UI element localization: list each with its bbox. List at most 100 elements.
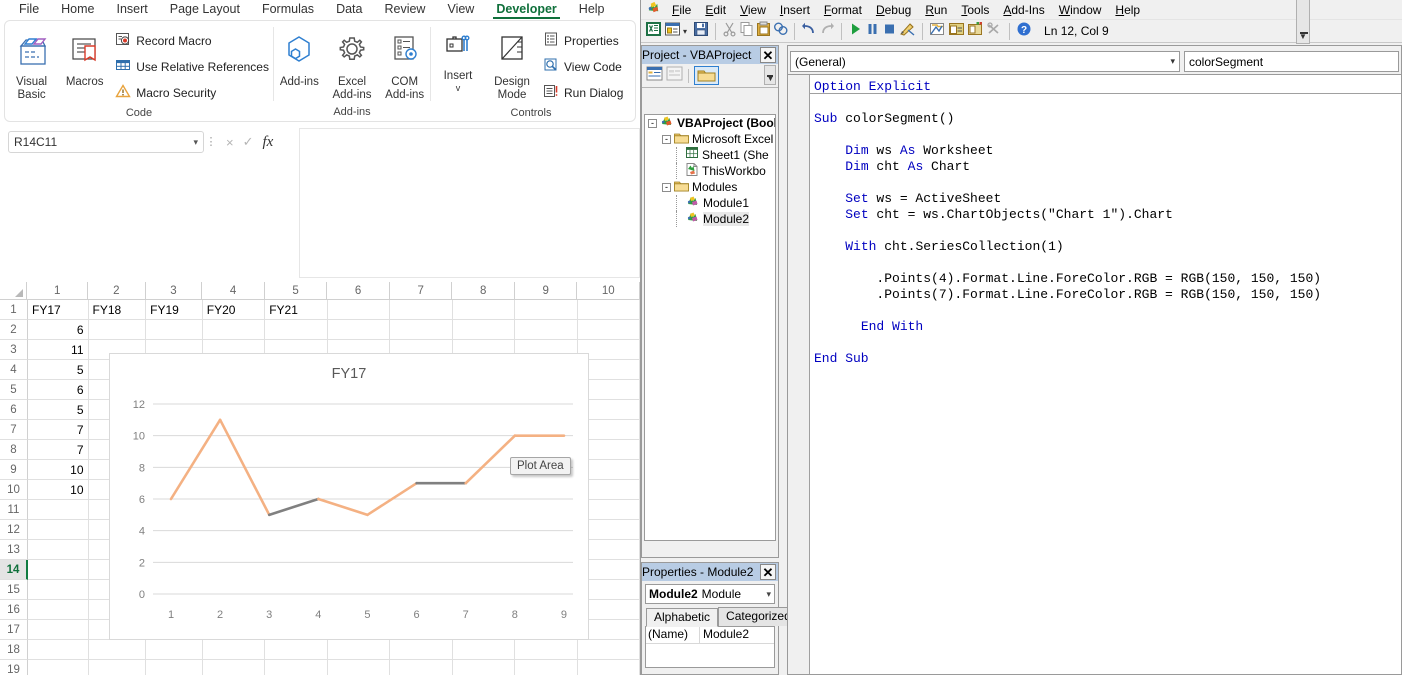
tree-expander[interactable]: -: [662, 182, 671, 192]
row-header-8[interactable]: 8: [0, 440, 28, 460]
run-dialog-button[interactable]: Run Dialog: [539, 80, 627, 106]
vba-menu-add-ins[interactable]: Add-Ins: [996, 2, 1051, 18]
design-mode-button[interactable]: Design Mode: [485, 28, 539, 102]
cell-r19c2[interactable]: [89, 660, 147, 675]
copy-icon[interactable]: [739, 21, 754, 42]
property-value[interactable]: Module2: [700, 627, 749, 643]
paste-icon[interactable]: [756, 21, 771, 42]
row-header-9[interactable]: 9: [0, 460, 28, 480]
cell-r1c6[interactable]: [327, 300, 391, 320]
cell-r18c3[interactable]: [146, 640, 203, 660]
cell-r2c10[interactable]: [577, 320, 640, 340]
view-excel-icon[interactable]: [645, 21, 662, 42]
visual-basic-button[interactable]: Visual Basic: [5, 28, 58, 102]
cancel-icon[interactable]: ×: [226, 135, 234, 150]
cell-r2c4[interactable]: [202, 320, 266, 340]
column-header-7[interactable]: 7: [389, 282, 453, 300]
view-code-button[interactable]: View Code: [539, 54, 627, 80]
cell-r19c1[interactable]: [28, 660, 89, 675]
cell-r2c1[interactable]: 6: [28, 320, 89, 340]
cell-r2c8[interactable]: [452, 320, 516, 340]
object-browser-icon[interactable]: [967, 21, 984, 42]
cell-r1c1[interactable]: FY17: [28, 300, 89, 320]
cell-r3c1[interactable]: 11: [28, 340, 89, 360]
vba-menu-debug[interactable]: Debug: [869, 2, 918, 18]
column-header-8[interactable]: 8: [452, 282, 515, 300]
cell-r1c2[interactable]: FY18: [88, 300, 147, 320]
insert-userform-icon[interactable]: [664, 21, 681, 42]
cell-r14c1[interactable]: [28, 560, 89, 580]
cell-r16c1[interactable]: [28, 600, 89, 620]
vba-menu-insert[interactable]: Insert: [773, 2, 817, 18]
macros-button[interactable]: Macros: [58, 28, 111, 89]
column-header-3[interactable]: 3: [145, 282, 203, 300]
vba-menu-help[interactable]: Help: [1108, 2, 1147, 18]
cell-r19c10[interactable]: [578, 660, 640, 675]
tree-node-module1[interactable]: Module1: [645, 195, 775, 211]
cell-r5c1[interactable]: 6: [28, 380, 89, 400]
macro-security-button[interactable]: Macro Security: [111, 80, 273, 106]
toggle-folders-icon[interactable]: [694, 66, 719, 85]
column-header-4[interactable]: 4: [202, 282, 265, 300]
run-icon[interactable]: [848, 21, 863, 42]
row-header-18[interactable]: 18: [0, 640, 28, 660]
row-header-13[interactable]: 13: [0, 540, 28, 560]
enter-icon[interactable]: ✓: [243, 134, 254, 150]
vba-menu-window[interactable]: Window: [1052, 2, 1109, 18]
tree-node-module2[interactable]: Module2: [645, 211, 775, 227]
close-icon[interactable]: ✕: [760, 47, 776, 63]
ribbon-tab-insert[interactable]: Insert: [106, 0, 159, 18]
row-header-6[interactable]: 6: [0, 400, 28, 420]
chevron-down-icon[interactable]: ▾: [766, 589, 771, 600]
record-macro-button[interactable]: Record Macro: [111, 28, 273, 54]
chevron-down-icon[interactable]: ▾: [1170, 56, 1175, 67]
tree-node-vbaproject-bool[interactable]: - VBAProject (Bool: [645, 115, 775, 131]
tree-node-microsoft-excel[interactable]: - Microsoft Excel: [645, 131, 775, 147]
undo-icon[interactable]: [801, 21, 817, 42]
cell-r1c5[interactable]: FY21: [265, 300, 328, 320]
vba-menu-tools[interactable]: Tools: [954, 2, 996, 18]
properties-window-icon[interactable]: [948, 21, 965, 42]
help-icon[interactable]: ?: [1016, 21, 1032, 42]
cell-r2c5[interactable]: [265, 320, 328, 340]
cell-r1c4[interactable]: FY20: [202, 300, 266, 320]
chevron-down-icon[interactable]: ▾: [193, 137, 198, 148]
cell-r2c9[interactable]: [515, 320, 578, 340]
vba-menu-edit[interactable]: Edit: [698, 2, 733, 18]
tree-expander[interactable]: -: [648, 118, 657, 128]
row-header-5[interactable]: 5: [0, 380, 28, 400]
name-box[interactable]: R14C11 ▾: [8, 131, 204, 153]
cell-r1c9[interactable]: [515, 300, 578, 320]
ribbon-tab-developer[interactable]: Developer: [485, 0, 567, 19]
cell-r19c3[interactable]: [146, 660, 203, 675]
toolbox-icon[interactable]: [986, 21, 1003, 42]
tree-expander[interactable]: -: [662, 134, 671, 144]
project-tree[interactable]: - VBAProject (Bool - Microsoft Excel Sheet1 …: [644, 114, 776, 541]
find-icon[interactable]: [773, 21, 788, 42]
row-header-10[interactable]: 10: [0, 480, 28, 500]
cell-r18c5[interactable]: [265, 640, 328, 660]
ribbon-tab-help[interactable]: Help: [568, 0, 616, 18]
com-add-ins-button[interactable]: COM Add-ins: [379, 28, 430, 102]
row-header-14[interactable]: 14: [0, 560, 28, 580]
cell-r7c1[interactable]: 7: [28, 420, 89, 440]
select-all-corner[interactable]: [0, 282, 28, 300]
cell-r6c1[interactable]: 5: [28, 400, 89, 420]
cell-r19c6[interactable]: [328, 660, 391, 675]
cell-r18c1[interactable]: [28, 640, 89, 660]
cell-r2c6[interactable]: [327, 320, 391, 340]
row-header-16[interactable]: 16: [0, 600, 28, 620]
column-header-5[interactable]: 5: [264, 282, 328, 300]
row-header-11[interactable]: 11: [0, 500, 28, 520]
cell-r1c3[interactable]: FY19: [146, 300, 203, 320]
cell-r18c6[interactable]: [327, 640, 391, 660]
cell-r19c4[interactable]: [203, 660, 266, 675]
column-header-6[interactable]: 6: [327, 282, 390, 300]
ribbon-tab-data[interactable]: Data: [325, 0, 373, 18]
cell-r18c4[interactable]: [202, 640, 266, 660]
column-header-2[interactable]: 2: [87, 282, 146, 300]
project-explorer-scroll[interactable]: ▼: [764, 65, 776, 85]
cell-r18c9[interactable]: [515, 640, 578, 660]
vba-menu-run[interactable]: Run: [918, 2, 954, 18]
cell-r4c1[interactable]: 5: [28, 360, 89, 380]
